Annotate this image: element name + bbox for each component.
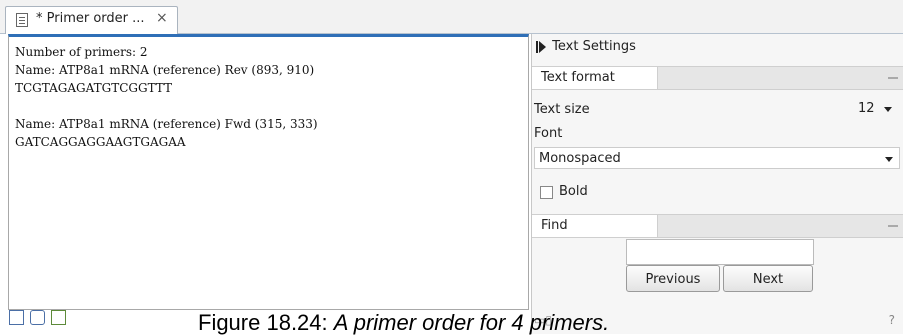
- font-label: Font: [534, 126, 563, 141]
- previous-button[interactable]: Previous: [626, 265, 720, 292]
- find-label[interactable]: Find: [532, 215, 658, 237]
- tab-primer-order[interactable]: * Primer order ... ×: [5, 6, 178, 34]
- caption-prefix: Figure 18.24:: [198, 310, 334, 335]
- history-icon[interactable]: [30, 310, 45, 325]
- bold-label: Bold: [559, 184, 588, 199]
- chevron-down-icon: [884, 107, 892, 112]
- collapse-bar-icon: [536, 40, 538, 53]
- tab-bar: * Primer order ... ×: [0, 0, 903, 34]
- font-value: Monospaced: [539, 151, 621, 166]
- play-triangle-icon: [539, 40, 546, 53]
- caption-text: A primer order for 4 primers.: [333, 310, 610, 335]
- chevron-down-icon: [885, 157, 893, 162]
- text-size-label: Text size: [534, 102, 590, 117]
- panel-header[interactable]: Text Settings: [536, 39, 636, 54]
- text-view-icon[interactable]: [9, 310, 24, 325]
- text-editor[interactable]: Number of primers: 2 Name: ATP8a1 mRNA (…: [8, 34, 529, 310]
- minimize-icon[interactable]: [888, 225, 898, 227]
- font-select[interactable]: Monospaced: [534, 147, 900, 169]
- next-button[interactable]: Next: [723, 265, 813, 292]
- side-panel: Text Settings Text format Text size 12 F…: [531, 34, 903, 334]
- panel-header-label: Text Settings: [552, 39, 636, 54]
- close-icon[interactable]: ×: [156, 10, 168, 26]
- bold-checkbox[interactable]: [540, 186, 553, 199]
- figure-caption: Figure 18.24: A primer order for 4 prime…: [198, 310, 609, 336]
- find-input[interactable]: [626, 239, 814, 265]
- text-format-label[interactable]: Text format: [532, 67, 658, 89]
- text-size-value: 12: [858, 101, 875, 116]
- text-size-select[interactable]: 12: [854, 98, 898, 120]
- text-format-section: Text format: [532, 66, 903, 90]
- help-icon[interactable]: ?: [889, 313, 895, 327]
- find-section: Find: [532, 214, 903, 238]
- document-icon: [16, 13, 28, 27]
- editor-text[interactable]: Number of primers: 2 Name: ATP8a1 mRNA (…: [15, 43, 318, 151]
- tab-title: * Primer order ...: [36, 11, 145, 26]
- minimize-icon[interactable]: [888, 77, 898, 79]
- check-document-icon[interactable]: [51, 310, 66, 325]
